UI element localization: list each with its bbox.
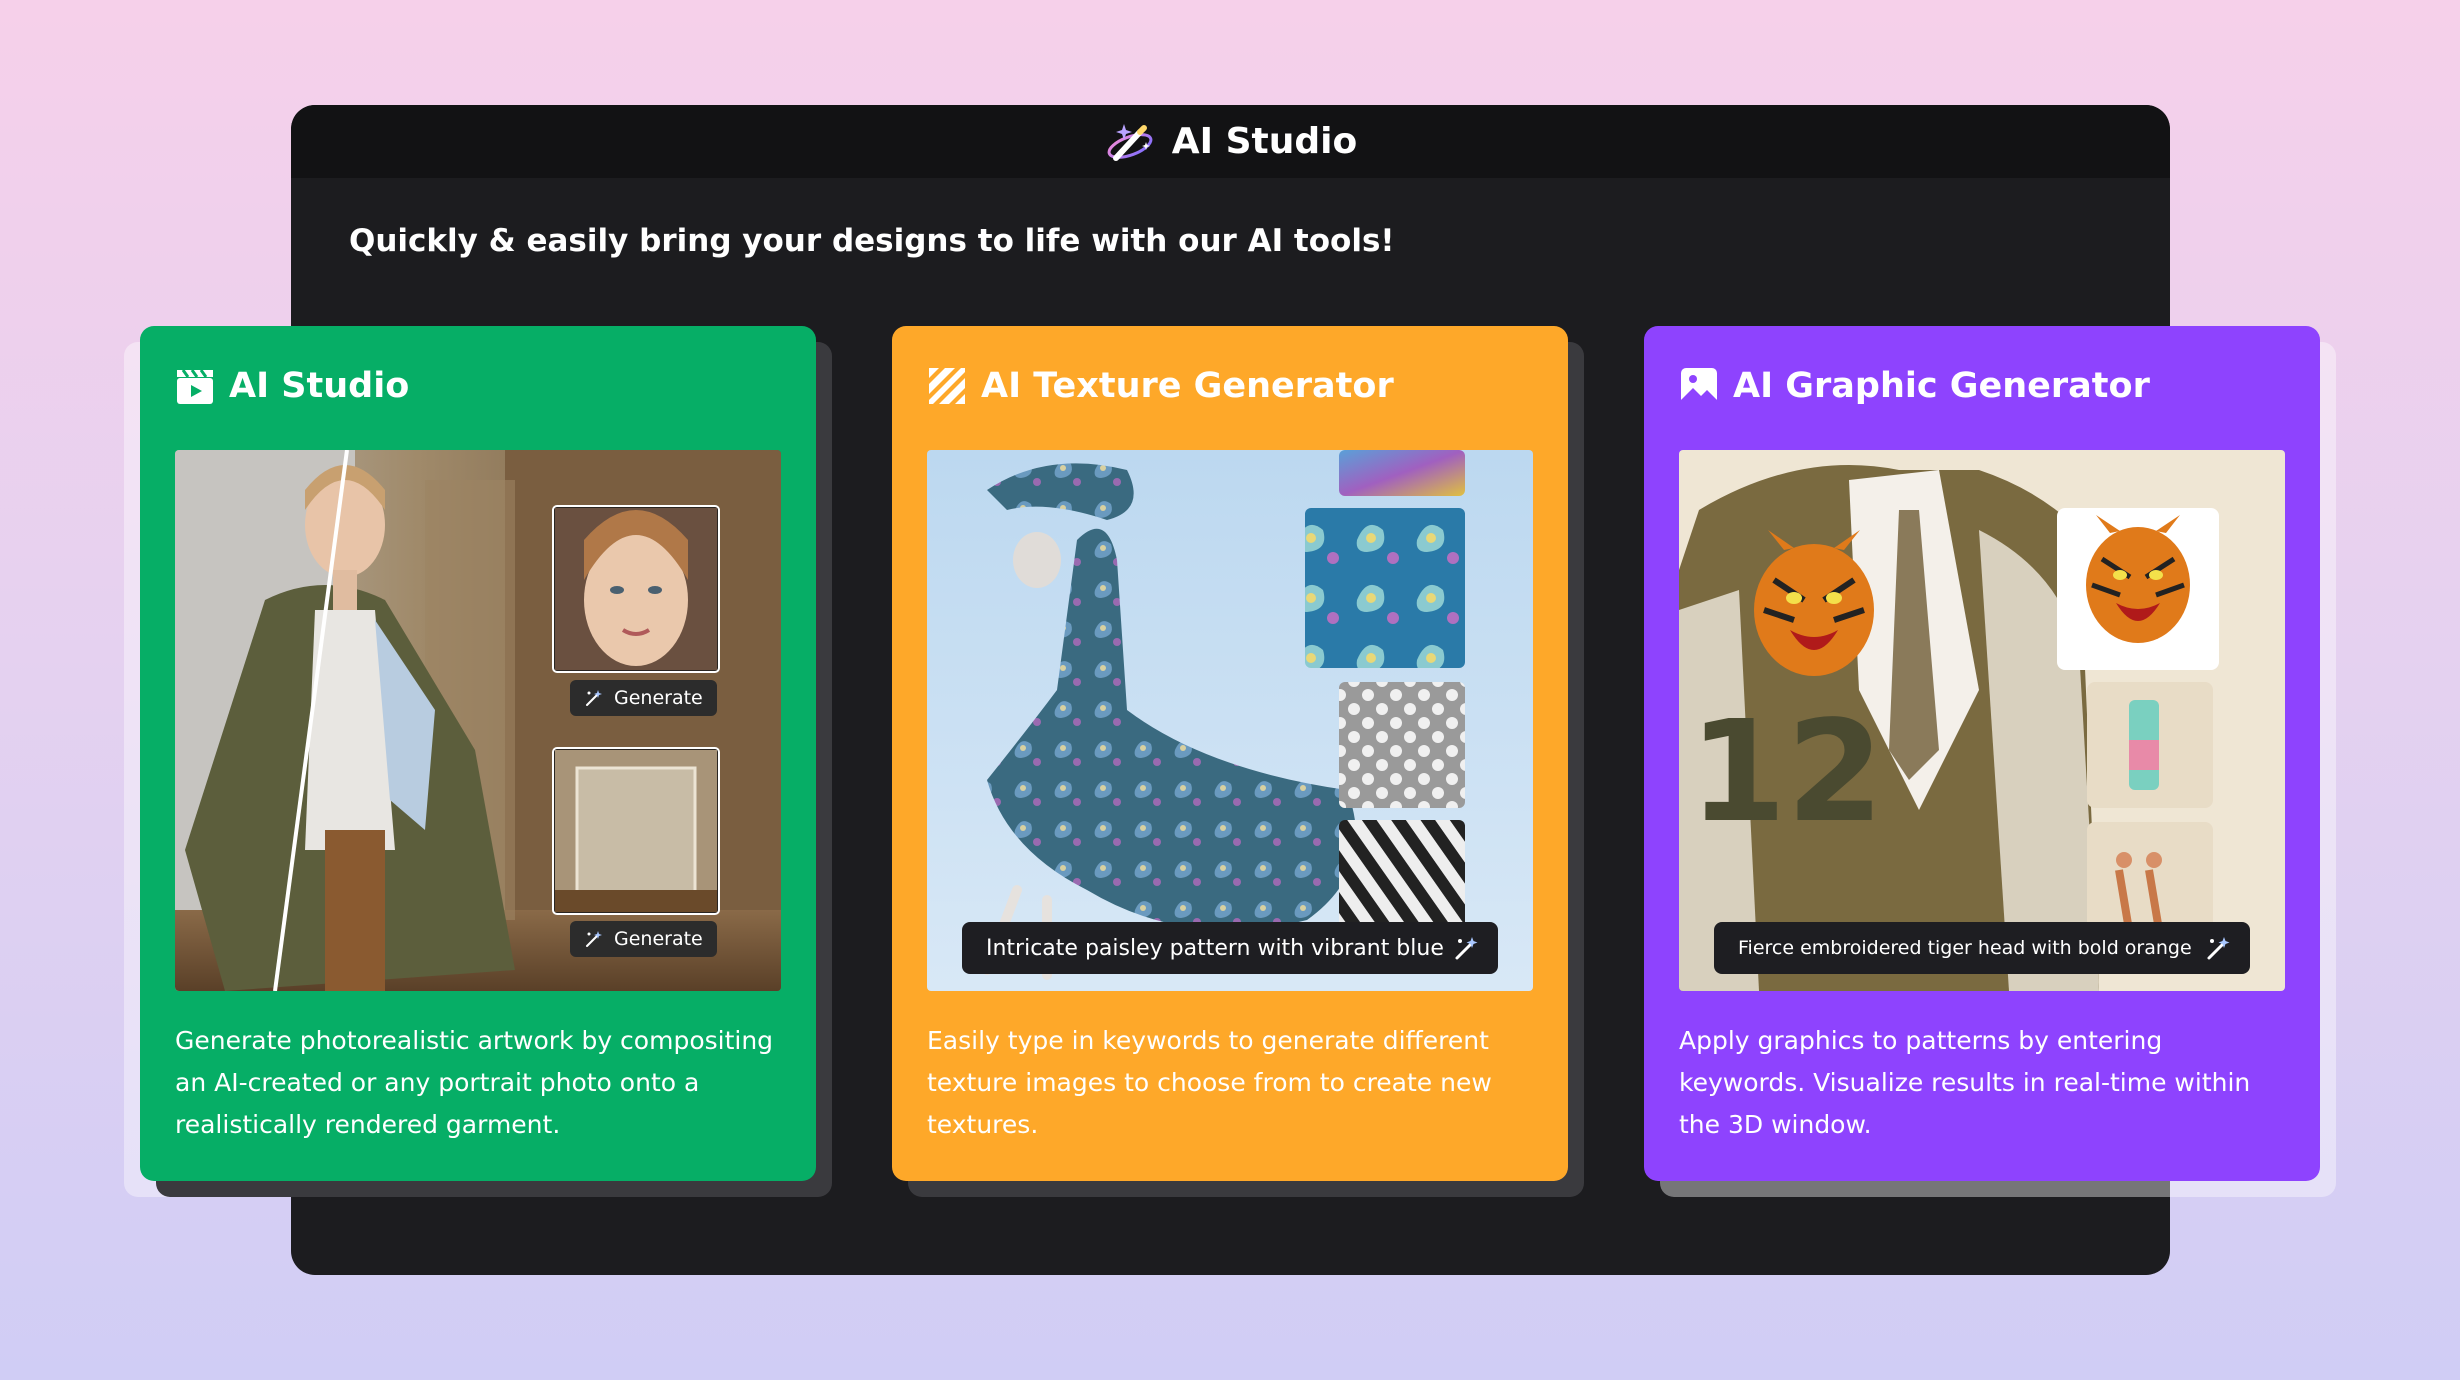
tagline: Quickly & easily bring your designs to l… <box>349 223 1395 259</box>
image-icon <box>1681 368 1717 404</box>
card-title: AI Studio <box>229 366 410 406</box>
card-description: Easily type in keywords to generate diff… <box>927 1026 1492 1139</box>
texture-stripes-icon <box>929 368 965 404</box>
sparkle-wand-icon <box>586 690 602 706</box>
sparkle-wand-icon[interactable] <box>2204 934 2232 962</box>
card-description: Generate photorealistic artwork by compo… <box>175 1026 774 1139</box>
prompt-text: Intricate paisley pattern with vibrant b… <box>986 935 1444 961</box>
generate-button[interactable]: Generate <box>570 921 717 957</box>
generate-label: Generate <box>614 687 703 709</box>
window-title: AI Studio <box>1171 121 1358 162</box>
card-header: AI Texture Generator <box>927 366 1394 406</box>
svg-text:12: 12 <box>1689 691 1884 854</box>
sparkle-wand-icon[interactable] <box>1452 934 1480 962</box>
ai-studio-card[interactable]: AI Studio Generate Generate Generate pho… <box>140 326 816 1181</box>
card-description: Apply graphics to patterns by entering k… <box>1679 1026 2251 1139</box>
card-title: AI Graphic Generator <box>1733 366 2150 406</box>
clapperboard-icon <box>177 369 213 404</box>
card-header: AI Graphic Generator <box>1679 366 2150 406</box>
texture-preview-image: Intricate paisley pattern with vibrant b… <box>927 450 1533 991</box>
card-header: AI Studio <box>175 366 409 406</box>
graphic-preview-image: 12 Fierce embroidered tiger head with bo… <box>1679 450 2285 991</box>
prompt-input[interactable]: Intricate paisley pattern with vibrant b… <box>962 922 1498 974</box>
magic-wand-icon <box>1107 123 1153 161</box>
title-bar: AI Studio <box>291 105 2170 178</box>
generate-label: Generate <box>614 928 703 950</box>
generate-button[interactable]: Generate <box>570 680 717 716</box>
ai-graphic-generator-card[interactable]: AI Graphic Generator 12 Fierce embroider… <box>1644 326 2320 1181</box>
ai-texture-generator-card[interactable]: AI Texture Generator Intricate paisley p… <box>892 326 1568 1181</box>
card-title: AI Texture Generator <box>981 366 1394 406</box>
studio-preview-image: Generate Generate <box>175 450 781 991</box>
sparkle-wand-icon <box>586 931 602 947</box>
prompt-text: Fierce embroidered tiger head with bold … <box>1738 937 2192 959</box>
prompt-input[interactable]: Fierce embroidered tiger head with bold … <box>1714 922 2250 974</box>
